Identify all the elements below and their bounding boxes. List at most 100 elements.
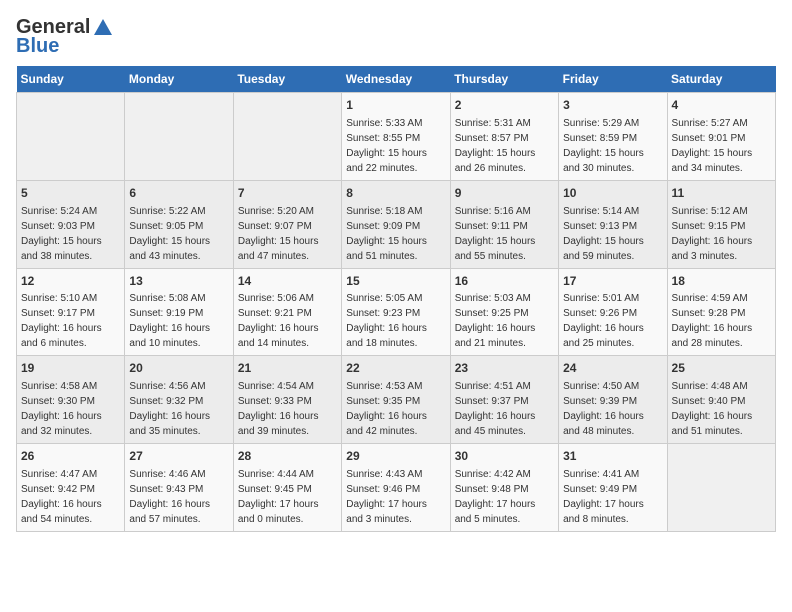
calendar-week-5: 26 Sunrise: 4:47 AM Sunset: 9:42 PM Dayli… xyxy=(17,444,776,532)
cell-content: Sunrise: 5:16 AM Sunset: 9:11 PM Dayligh… xyxy=(455,206,536,262)
calendar-header-row: SundayMondayTuesdayWednesdayThursdayFrid… xyxy=(17,66,776,93)
logo: General Blue xyxy=(16,16,114,58)
calendar-cell: 28 Sunrise: 4:44 AM Sunset: 9:45 PM Dayli… xyxy=(233,444,341,532)
day-number: 2 xyxy=(455,97,554,114)
day-number: 19 xyxy=(21,360,120,377)
calendar-cell: 1 Sunrise: 5:33 AM Sunset: 8:55 PM Daylig… xyxy=(342,93,450,181)
calendar-cell: 22 Sunrise: 4:53 AM Sunset: 9:35 PM Dayli… xyxy=(342,356,450,444)
day-number: 18 xyxy=(672,273,771,290)
header-day-wednesday: Wednesday xyxy=(342,66,450,93)
calendar-cell: 8 Sunrise: 5:18 AM Sunset: 9:09 PM Daylig… xyxy=(342,180,450,268)
calendar-cell xyxy=(125,93,233,181)
calendar-cell: 25 Sunrise: 4:48 AM Sunset: 9:40 PM Dayli… xyxy=(667,356,775,444)
day-number: 29 xyxy=(346,448,445,465)
calendar-cell xyxy=(233,93,341,181)
calendar-cell: 12 Sunrise: 5:10 AM Sunset: 9:17 PM Dayli… xyxy=(17,268,125,356)
cell-content: Sunrise: 5:01 AM Sunset: 9:26 PM Dayligh… xyxy=(563,293,644,349)
calendar-cell: 6Sunrise: 5:22 AM Sunset: 9:05 PM Daylig… xyxy=(125,180,233,268)
cell-content: Sunrise: 5:24 AM Sunset: 9:03 PM Dayligh… xyxy=(21,206,102,262)
calendar-cell: 23 Sunrise: 4:51 AM Sunset: 9:37 PM Dayli… xyxy=(450,356,558,444)
calendar-cell: 26 Sunrise: 4:47 AM Sunset: 9:42 PM Dayli… xyxy=(17,444,125,532)
day-number: 13 xyxy=(129,273,228,290)
cell-content: Sunrise: 4:54 AM Sunset: 9:33 PM Dayligh… xyxy=(238,381,319,437)
cell-content: Sunrise: 4:48 AM Sunset: 9:40 PM Dayligh… xyxy=(672,381,753,437)
cell-content: Sunrise: 4:56 AM Sunset: 9:32 PM Dayligh… xyxy=(129,381,210,437)
day-number: 3 xyxy=(563,97,662,114)
day-number: 14 xyxy=(238,273,337,290)
cell-content: Sunrise: 4:47 AM Sunset: 9:42 PM Dayligh… xyxy=(21,469,102,525)
cell-content: Sunrise: 5:12 AM Sunset: 9:15 PM Dayligh… xyxy=(672,206,753,262)
cell-content: Sunrise: 5:22 AM Sunset: 9:05 PM Dayligh… xyxy=(129,206,210,262)
header-day-monday: Monday xyxy=(125,66,233,93)
calendar-cell: 18Sunrise: 4:59 AM Sunset: 9:28 PM Dayli… xyxy=(667,268,775,356)
calendar-cell: 13 Sunrise: 5:08 AM Sunset: 9:19 PM Dayli… xyxy=(125,268,233,356)
calendar-cell: 15 Sunrise: 5:05 AM Sunset: 9:23 PM Dayli… xyxy=(342,268,450,356)
cell-content: Sunrise: 4:44 AM Sunset: 9:45 PM Dayligh… xyxy=(238,469,319,525)
day-number: 16 xyxy=(455,273,554,290)
day-number: 9 xyxy=(455,185,554,202)
day-number: 22 xyxy=(346,360,445,377)
day-number: 28 xyxy=(238,448,337,465)
cell-content: Sunrise: 4:50 AM Sunset: 9:39 PM Dayligh… xyxy=(563,381,644,437)
calendar-cell: 2Sunrise: 5:31 AM Sunset: 8:57 PM Daylig… xyxy=(450,93,558,181)
cell-content: Sunrise: 4:42 AM Sunset: 9:48 PM Dayligh… xyxy=(455,469,536,525)
calendar-cell: 27 Sunrise: 4:46 AM Sunset: 9:43 PM Dayli… xyxy=(125,444,233,532)
day-number: 25 xyxy=(672,360,771,377)
day-number: 26 xyxy=(21,448,120,465)
cell-content: Sunrise: 5:18 AM Sunset: 9:09 PM Dayligh… xyxy=(346,206,427,262)
cell-content: Sunrise: 5:05 AM Sunset: 9:23 PM Dayligh… xyxy=(346,293,427,349)
day-number: 4 xyxy=(672,97,771,114)
calendar-cell: 5 Sunrise: 5:24 AM Sunset: 9:03 PM Daylig… xyxy=(17,180,125,268)
day-number: 1 xyxy=(346,97,445,114)
day-number: 8 xyxy=(346,185,445,202)
day-number: 10 xyxy=(563,185,662,202)
day-number: 12 xyxy=(21,273,120,290)
calendar-cell xyxy=(667,444,775,532)
cell-content: Sunrise: 4:43 AM Sunset: 9:46 PM Dayligh… xyxy=(346,469,427,525)
cell-content: Sunrise: 4:46 AM Sunset: 9:43 PM Dayligh… xyxy=(129,469,210,525)
calendar-cell: 24 Sunrise: 4:50 AM Sunset: 9:39 PM Dayli… xyxy=(559,356,667,444)
day-number: 17 xyxy=(563,273,662,290)
calendar-table: SundayMondayTuesdayWednesdayThursdayFrid… xyxy=(16,66,776,532)
day-number: 5 xyxy=(21,185,120,202)
cell-content: Sunrise: 5:06 AM Sunset: 9:21 PM Dayligh… xyxy=(238,293,319,349)
day-number: 15 xyxy=(346,273,445,290)
calendar-week-4: 19Sunrise: 4:58 AM Sunset: 9:30 PM Dayli… xyxy=(17,356,776,444)
header-day-sunday: Sunday xyxy=(17,66,125,93)
logo-icon xyxy=(92,17,114,39)
calendar-cell: 7 Sunrise: 5:20 AM Sunset: 9:07 PM Daylig… xyxy=(233,180,341,268)
cell-content: Sunrise: 4:51 AM Sunset: 9:37 PM Dayligh… xyxy=(455,381,536,437)
cell-content: Sunrise: 5:14 AM Sunset: 9:13 PM Dayligh… xyxy=(563,206,644,262)
calendar-cell: 10 Sunrise: 5:14 AM Sunset: 9:13 PM Dayli… xyxy=(559,180,667,268)
calendar-cell: 29 Sunrise: 4:43 AM Sunset: 9:46 PM Dayli… xyxy=(342,444,450,532)
day-number: 24 xyxy=(563,360,662,377)
logo-blue: Blue xyxy=(16,35,59,58)
cell-content: Sunrise: 5:10 AM Sunset: 9:17 PM Dayligh… xyxy=(21,293,102,349)
calendar-cell: 31Sunrise: 4:41 AM Sunset: 9:49 PM Dayli… xyxy=(559,444,667,532)
cell-content: Sunrise: 5:27 AM Sunset: 9:01 PM Dayligh… xyxy=(672,118,753,174)
header-day-saturday: Saturday xyxy=(667,66,775,93)
calendar-cell: 9 Sunrise: 5:16 AM Sunset: 9:11 PM Daylig… xyxy=(450,180,558,268)
calendar-cell: 4 Sunrise: 5:27 AM Sunset: 9:01 PM Daylig… xyxy=(667,93,775,181)
cell-content: Sunrise: 4:53 AM Sunset: 9:35 PM Dayligh… xyxy=(346,381,427,437)
calendar-cell xyxy=(17,93,125,181)
day-number: 11 xyxy=(672,185,771,202)
day-number: 27 xyxy=(129,448,228,465)
calendar-cell: 11 Sunrise: 5:12 AM Sunset: 9:15 PM Dayli… xyxy=(667,180,775,268)
calendar-cell: 16Sunrise: 5:03 AM Sunset: 9:25 PM Dayli… xyxy=(450,268,558,356)
day-number: 7 xyxy=(238,185,337,202)
calendar-cell: 21 Sunrise: 4:54 AM Sunset: 9:33 PM Dayli… xyxy=(233,356,341,444)
header-day-tuesday: Tuesday xyxy=(233,66,341,93)
day-number: 21 xyxy=(238,360,337,377)
cell-content: Sunrise: 5:20 AM Sunset: 9:07 PM Dayligh… xyxy=(238,206,319,262)
calendar-cell: 3Sunrise: 5:29 AM Sunset: 8:59 PM Daylig… xyxy=(559,93,667,181)
header-day-thursday: Thursday xyxy=(450,66,558,93)
calendar-cell: 19Sunrise: 4:58 AM Sunset: 9:30 PM Dayli… xyxy=(17,356,125,444)
day-number: 20 xyxy=(129,360,228,377)
cell-content: Sunrise: 5:33 AM Sunset: 8:55 PM Dayligh… xyxy=(346,118,427,174)
day-number: 23 xyxy=(455,360,554,377)
calendar-cell: 20 Sunrise: 4:56 AM Sunset: 9:32 PM Dayli… xyxy=(125,356,233,444)
calendar-cell: 14 Sunrise: 5:06 AM Sunset: 9:21 PM Dayli… xyxy=(233,268,341,356)
page-header: General Blue xyxy=(16,16,776,58)
cell-content: Sunrise: 5:08 AM Sunset: 9:19 PM Dayligh… xyxy=(129,293,210,349)
